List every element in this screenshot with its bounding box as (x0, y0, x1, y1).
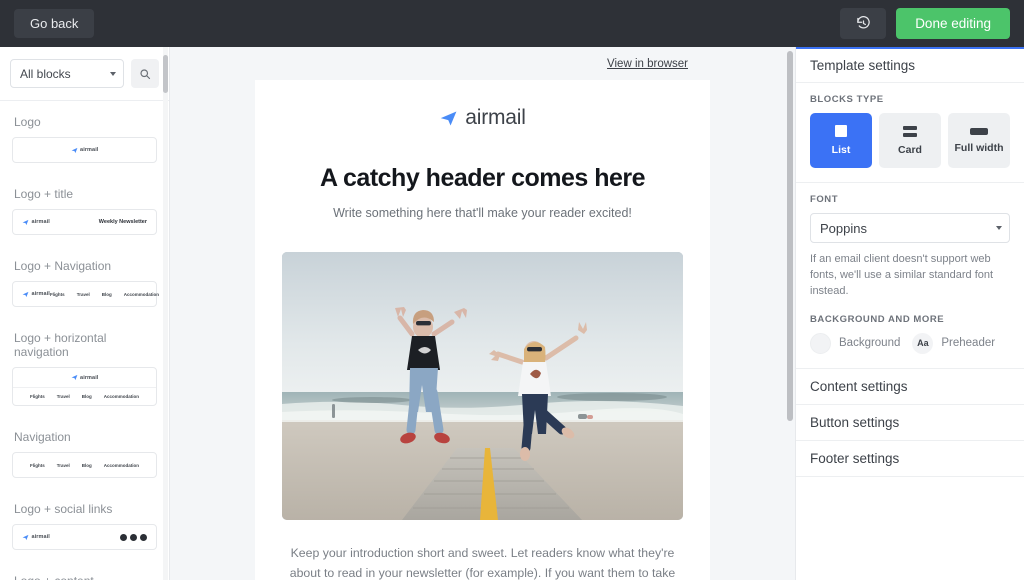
block-group-label: Logo + social links (14, 502, 113, 516)
blocks-type-list-button[interactable]: List (810, 113, 872, 168)
sidebar-header: All blocks (0, 47, 169, 101)
full-width-block-icon (970, 127, 988, 135)
email-body-text[interactable]: Keep your introduction short and sweet. … (282, 543, 683, 580)
block-thumb-nav[interactable]: Flights Travel Blog Accommodation (12, 452, 157, 478)
email-logo-text: airmail (465, 106, 526, 129)
font-section: FONT Poppins If an email client doesn't … (796, 183, 1024, 369)
hero-image[interactable] (282, 252, 683, 520)
font-note: If an email client doesn't support web f… (810, 253, 994, 297)
footer-settings-row[interactable]: Footer settings (796, 441, 1024, 477)
background-and-more-label: BACKGROUND AND MORE (810, 313, 945, 325)
settings-panel-title: Template settings (796, 47, 1024, 83)
blocks-type-section: BLOCKS TYPE List Card Full width (796, 83, 1024, 183)
text-format-icon: Aa (912, 332, 934, 354)
mini-logo: airmail (71, 147, 99, 154)
font-select[interactable]: Poppins (810, 213, 1010, 243)
preheader-label: Preheader (941, 337, 996, 350)
sidebar-scrollbar-thumb[interactable] (163, 55, 168, 93)
undo-history-button[interactable] (840, 8, 887, 39)
email-template-editor: Go back Done editing All blocks Logo air… (0, 0, 1024, 580)
twitter-icon (130, 533, 137, 541)
blocks-list[interactable]: Logo airmail Logo + title airmail Weekly… (0, 101, 169, 580)
toolbar-actions: Done editing (840, 7, 1010, 40)
blocks-type-list-label: List (831, 144, 851, 156)
sidebar-scrollbar[interactable] (163, 47, 168, 580)
block-group-label: Navigation (14, 430, 71, 444)
mini-nav: Flights Travel Blog Accommodation (49, 291, 159, 297)
canvas-scrollbar-thumb[interactable] (787, 51, 793, 421)
blocks-type-fullwidth-label: Full width (954, 141, 1004, 154)
mini-nav-row: Flights Travel Blog Accommodation (13, 387, 156, 405)
blocks-type-options: List Card Full width (810, 113, 1010, 168)
canvas-scroll-area[interactable]: View in browser airmail A catchy header … (170, 47, 795, 580)
block-thumb-logo-social[interactable]: airmail (12, 524, 157, 550)
paper-plane-icon (22, 534, 29, 540)
block-thumb-logo-horizontal-nav[interactable]: airmail Flights Travel Blog Accommodatio… (12, 367, 157, 406)
hero-image-graphic (282, 252, 683, 520)
mini-nav: Flights Travel Blog Accommodation (29, 462, 140, 468)
mini-logo: airmail (22, 219, 50, 226)
preheader-bar: View in browser (170, 47, 795, 80)
email-heading[interactable]: A catchy header comes here (282, 164, 683, 193)
card-block-icon (903, 125, 917, 137)
color-swatch-icon (810, 332, 831, 354)
editor-body: All blocks Logo airmail Logo + title air… (0, 47, 1024, 580)
font-label: FONT (810, 194, 839, 205)
facebook-icon (120, 533, 127, 541)
button-settings-row[interactable]: Button settings (796, 405, 1024, 441)
paper-plane-icon (71, 147, 77, 153)
view-in-browser-link[interactable]: View in browser (607, 58, 688, 70)
canvas-scrollbar[interactable] (787, 47, 793, 580)
go-back-button[interactable]: Go back (14, 9, 95, 38)
paper-plane-icon (441, 111, 457, 125)
paper-plane-icon (22, 219, 29, 225)
blocks-type-fullwidth-button[interactable]: Full width (948, 113, 1010, 168)
block-group-label: Logo + title (14, 187, 74, 201)
block-thumb-logo-nav[interactable]: airmail Flights Travel Blog Accommodatio… (12, 281, 159, 307)
mini-logo: airmail (71, 374, 99, 381)
blocks-sidebar: All blocks Logo airmail Logo + title air… (0, 47, 170, 580)
block-group-label: Logo + Navigation (14, 259, 112, 273)
font-select-wrap[interactable]: Poppins (810, 213, 1010, 243)
email-document[interactable]: airmail A catchy header comes here Write… (255, 80, 710, 580)
block-group-label: Logo + horizontal navigation (14, 331, 107, 359)
block-thumb-logo-title[interactable]: airmail Weekly Newsletter (12, 209, 157, 235)
email-preview-canvas: View in browser airmail A catchy header … (170, 47, 795, 580)
block-group-label: Logo + content (14, 574, 157, 580)
done-editing-button[interactable]: Done editing (896, 7, 1010, 40)
undo-history-icon (856, 16, 870, 29)
paper-plane-icon (22, 291, 29, 297)
paper-plane-icon (71, 374, 77, 381)
background-and-more-options: Background Aa Preheader (810, 332, 1010, 354)
settings-panel: Template settings BLOCKS TYPE List Card … (795, 47, 1024, 580)
block-group-label: Logo (14, 115, 41, 129)
block-thumb-logo[interactable]: airmail (12, 137, 157, 163)
preheader-option[interactable]: Aa Preheader (912, 332, 996, 354)
content-settings-row[interactable]: Content settings (796, 369, 1024, 405)
square-block-icon (835, 125, 847, 137)
background-color-option[interactable]: Background (810, 332, 901, 354)
block-filter[interactable]: All blocks (10, 59, 124, 88)
block-filter-select[interactable]: All blocks (10, 59, 124, 88)
search-blocks-button[interactable] (131, 59, 159, 88)
email-subheading[interactable]: Write something here that'll make your r… (282, 206, 683, 220)
mini-logo: airmail (22, 291, 50, 298)
mini-logo-row: airmail (13, 368, 156, 387)
blocks-type-card-label: Card (898, 143, 922, 156)
top-toolbar: Go back Done editing (0, 0, 1024, 47)
mini-title: Weekly Newsletter (98, 219, 147, 225)
blocks-type-label: BLOCKS TYPE (810, 94, 884, 105)
mini-logo: airmail (22, 534, 50, 541)
instagram-icon (140, 533, 147, 541)
social-icons (120, 533, 147, 541)
email-logo[interactable]: airmail (282, 106, 683, 130)
search-icon (140, 68, 151, 79)
mini-nav: Flights Travel Blog Accommodation (29, 394, 140, 399)
background-label: Background (839, 337, 901, 350)
blocks-type-card-button[interactable]: Card (879, 113, 941, 168)
